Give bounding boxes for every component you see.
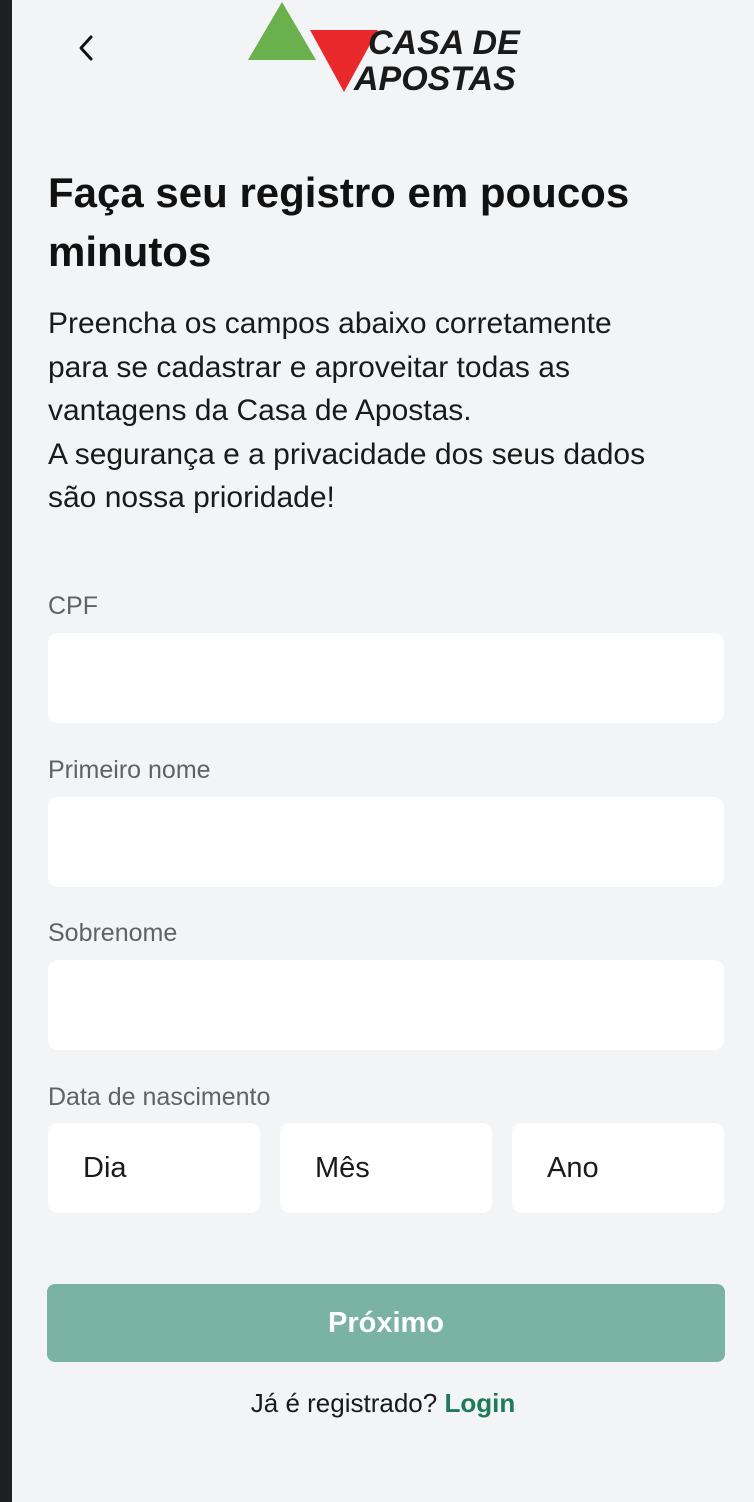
back-button[interactable] (62, 24, 110, 72)
page-title: Faça seu registro em poucos minutos (48, 169, 630, 275)
registration-screen: CASA DE APOSTAS Faça seu registro em pou… (12, 0, 754, 1502)
svg-text:CASA DE: CASA DE (368, 24, 521, 62)
description-line: são nossa prioridade! (48, 481, 335, 514)
casa-de-apostas-logo: CASA DE APOSTAS (248, 2, 521, 98)
login-prompt: Já é registrado? Login (12, 1388, 754, 1419)
description-line: vantagens da Casa de Apostas. (48, 394, 472, 427)
svg-text:APOSTAS: APOSTAS (353, 60, 516, 98)
cpf-input[interactable] (48, 633, 724, 723)
last-name-input[interactable] (48, 960, 724, 1050)
background-strip (0, 0, 12, 1502)
description-line: A segurança e a privacidade dos seus dad… (48, 437, 646, 471)
birth-year-select[interactable]: Ano (512, 1123, 724, 1213)
first-name-input[interactable] (48, 797, 724, 887)
description-line: para se cadastrar e aproveitar todas as (48, 350, 570, 384)
page-description: Preencha os campos abaixo corretamente p… (48, 302, 728, 520)
next-button[interactable]: Próximo (47, 1284, 725, 1362)
description-line: Preencha os campos abaixo corretamente (48, 307, 612, 340)
last-name-label: Sobrenome (48, 919, 178, 947)
login-prompt-text: Já é registrado? (250, 1388, 438, 1418)
birth-month-select[interactable]: Mês (280, 1123, 492, 1213)
login-link[interactable]: Login (444, 1388, 515, 1418)
birth-day-select[interactable]: Dia (48, 1123, 260, 1213)
first-name-label: Primeiro nome (48, 756, 211, 784)
cpf-label: CPF (48, 592, 98, 620)
birthdate-label: Data de nascimento (48, 1083, 271, 1111)
chevron-left-icon (79, 35, 93, 61)
